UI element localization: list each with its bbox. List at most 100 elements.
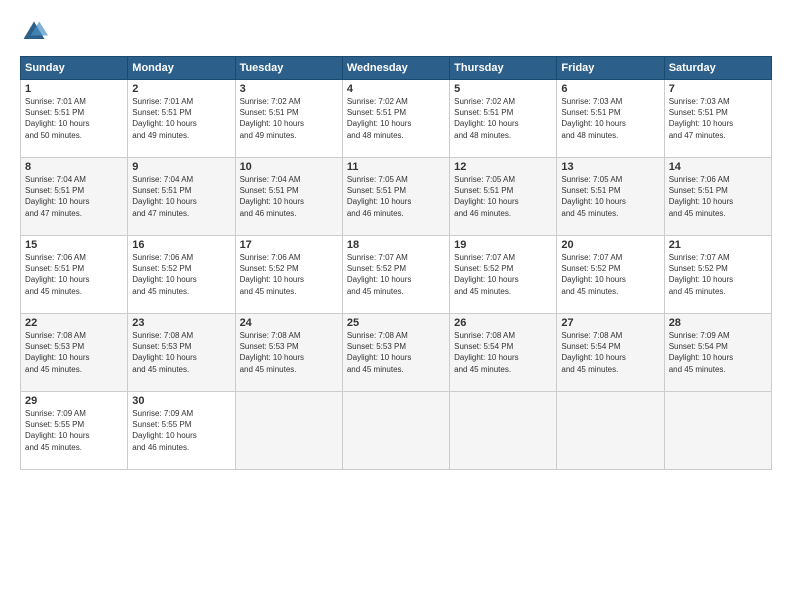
day-info: Sunrise: 7:07 AM Sunset: 5:52 PM Dayligh… — [347, 252, 445, 297]
calendar-day: 18Sunrise: 7:07 AM Sunset: 5:52 PM Dayli… — [342, 236, 449, 314]
calendar-day: 1Sunrise: 7:01 AM Sunset: 5:51 PM Daylig… — [21, 80, 128, 158]
day-number: 19 — [454, 239, 552, 251]
calendar-day: 14Sunrise: 7:06 AM Sunset: 5:51 PM Dayli… — [664, 158, 771, 236]
calendar-day: 22Sunrise: 7:08 AM Sunset: 5:53 PM Dayli… — [21, 314, 128, 392]
day-info: Sunrise: 7:04 AM Sunset: 5:51 PM Dayligh… — [132, 174, 230, 219]
day-info: Sunrise: 7:08 AM Sunset: 5:54 PM Dayligh… — [561, 330, 659, 375]
weekday-header: Monday — [128, 57, 235, 80]
day-info: Sunrise: 7:01 AM Sunset: 5:51 PM Dayligh… — [132, 96, 230, 141]
day-number: 2 — [132, 83, 230, 95]
calendar-day: 2Sunrise: 7:01 AM Sunset: 5:51 PM Daylig… — [128, 80, 235, 158]
day-info: Sunrise: 7:02 AM Sunset: 5:51 PM Dayligh… — [454, 96, 552, 141]
day-number: 15 — [25, 239, 123, 251]
day-info: Sunrise: 7:08 AM Sunset: 5:53 PM Dayligh… — [132, 330, 230, 375]
calendar-week-row: 8Sunrise: 7:04 AM Sunset: 5:51 PM Daylig… — [21, 158, 772, 236]
calendar-day: 23Sunrise: 7:08 AM Sunset: 5:53 PM Dayli… — [128, 314, 235, 392]
day-number: 22 — [25, 317, 123, 329]
logo-icon — [20, 18, 48, 46]
day-number: 13 — [561, 161, 659, 173]
day-info: Sunrise: 7:04 AM Sunset: 5:51 PM Dayligh… — [25, 174, 123, 219]
calendar-empty — [235, 392, 342, 470]
day-number: 7 — [669, 83, 767, 95]
day-number: 3 — [240, 83, 338, 95]
calendar-day: 25Sunrise: 7:08 AM Sunset: 5:53 PM Dayli… — [342, 314, 449, 392]
day-info: Sunrise: 7:04 AM Sunset: 5:51 PM Dayligh… — [240, 174, 338, 219]
day-number: 28 — [669, 317, 767, 329]
day-number: 4 — [347, 83, 445, 95]
day-number: 21 — [669, 239, 767, 251]
weekday-header-row: SundayMondayTuesdayWednesdayThursdayFrid… — [21, 57, 772, 80]
day-number: 24 — [240, 317, 338, 329]
calendar-day: 16Sunrise: 7:06 AM Sunset: 5:52 PM Dayli… — [128, 236, 235, 314]
calendar-week-row: 1Sunrise: 7:01 AM Sunset: 5:51 PM Daylig… — [21, 80, 772, 158]
day-info: Sunrise: 7:05 AM Sunset: 5:51 PM Dayligh… — [347, 174, 445, 219]
calendar-day: 7Sunrise: 7:03 AM Sunset: 5:51 PM Daylig… — [664, 80, 771, 158]
calendar-day: 26Sunrise: 7:08 AM Sunset: 5:54 PM Dayli… — [450, 314, 557, 392]
day-number: 10 — [240, 161, 338, 173]
calendar-day: 28Sunrise: 7:09 AM Sunset: 5:54 PM Dayli… — [664, 314, 771, 392]
day-info: Sunrise: 7:08 AM Sunset: 5:53 PM Dayligh… — [347, 330, 445, 375]
logo — [20, 18, 52, 46]
weekday-header: Thursday — [450, 57, 557, 80]
calendar-week-row: 29Sunrise: 7:09 AM Sunset: 5:55 PM Dayli… — [21, 392, 772, 470]
calendar-day: 29Sunrise: 7:09 AM Sunset: 5:55 PM Dayli… — [21, 392, 128, 470]
calendar-body: 1Sunrise: 7:01 AM Sunset: 5:51 PM Daylig… — [21, 80, 772, 470]
day-info: Sunrise: 7:03 AM Sunset: 5:51 PM Dayligh… — [669, 96, 767, 141]
calendar-empty — [342, 392, 449, 470]
day-number: 20 — [561, 239, 659, 251]
calendar-day: 3Sunrise: 7:02 AM Sunset: 5:51 PM Daylig… — [235, 80, 342, 158]
day-number: 6 — [561, 83, 659, 95]
calendar-day: 5Sunrise: 7:02 AM Sunset: 5:51 PM Daylig… — [450, 80, 557, 158]
day-number: 5 — [454, 83, 552, 95]
day-number: 30 — [132, 395, 230, 407]
day-number: 17 — [240, 239, 338, 251]
calendar-day: 15Sunrise: 7:06 AM Sunset: 5:51 PM Dayli… — [21, 236, 128, 314]
calendar-day: 8Sunrise: 7:04 AM Sunset: 5:51 PM Daylig… — [21, 158, 128, 236]
calendar-day: 13Sunrise: 7:05 AM Sunset: 5:51 PM Dayli… — [557, 158, 664, 236]
day-number: 29 — [25, 395, 123, 407]
day-info: Sunrise: 7:02 AM Sunset: 5:51 PM Dayligh… — [240, 96, 338, 141]
weekday-header: Wednesday — [342, 57, 449, 80]
day-info: Sunrise: 7:01 AM Sunset: 5:51 PM Dayligh… — [25, 96, 123, 141]
calendar-empty — [450, 392, 557, 470]
day-number: 8 — [25, 161, 123, 173]
day-info: Sunrise: 7:06 AM Sunset: 5:52 PM Dayligh… — [240, 252, 338, 297]
day-info: Sunrise: 7:05 AM Sunset: 5:51 PM Dayligh… — [561, 174, 659, 219]
calendar: SundayMondayTuesdayWednesdayThursdayFrid… — [20, 56, 772, 470]
calendar-day: 17Sunrise: 7:06 AM Sunset: 5:52 PM Dayli… — [235, 236, 342, 314]
day-number: 9 — [132, 161, 230, 173]
day-info: Sunrise: 7:09 AM Sunset: 5:54 PM Dayligh… — [669, 330, 767, 375]
calendar-day: 24Sunrise: 7:08 AM Sunset: 5:53 PM Dayli… — [235, 314, 342, 392]
day-info: Sunrise: 7:07 AM Sunset: 5:52 PM Dayligh… — [669, 252, 767, 297]
day-number: 11 — [347, 161, 445, 173]
weekday-header: Saturday — [664, 57, 771, 80]
weekday-header: Sunday — [21, 57, 128, 80]
day-info: Sunrise: 7:05 AM Sunset: 5:51 PM Dayligh… — [454, 174, 552, 219]
header — [20, 18, 772, 46]
day-info: Sunrise: 7:06 AM Sunset: 5:52 PM Dayligh… — [132, 252, 230, 297]
day-info: Sunrise: 7:02 AM Sunset: 5:51 PM Dayligh… — [347, 96, 445, 141]
calendar-day: 21Sunrise: 7:07 AM Sunset: 5:52 PM Dayli… — [664, 236, 771, 314]
calendar-day: 9Sunrise: 7:04 AM Sunset: 5:51 PM Daylig… — [128, 158, 235, 236]
calendar-day: 4Sunrise: 7:02 AM Sunset: 5:51 PM Daylig… — [342, 80, 449, 158]
day-number: 25 — [347, 317, 445, 329]
calendar-week-row: 22 Sunrise: 7:08 AM Sunset: 5:53 PM Dayli… — [21, 314, 772, 392]
weekday-header: Friday — [557, 57, 664, 80]
calendar-week-row: 15Sunrise: 7:06 AM Sunset: 5:51 PM Dayli… — [21, 236, 772, 314]
day-number: 12 — [454, 161, 552, 173]
calendar-day: 19Sunrise: 7:07 AM Sunset: 5:52 PM Dayli… — [450, 236, 557, 314]
calendar-day: 12Sunrise: 7:05 AM Sunset: 5:51 PM Dayli… — [450, 158, 557, 236]
day-info: Sunrise: 7:09 AM Sunset: 5:55 PM Dayligh… — [25, 408, 123, 453]
day-number: 23 — [132, 317, 230, 329]
page: SundayMondayTuesdayWednesdayThursdayFrid… — [0, 0, 792, 612]
day-info: Sunrise: 7:07 AM Sunset: 5:52 PM Dayligh… — [561, 252, 659, 297]
day-number: 1 — [25, 83, 123, 95]
calendar-day: 11Sunrise: 7:05 AM Sunset: 5:51 PM Dayli… — [342, 158, 449, 236]
calendar-empty — [557, 392, 664, 470]
day-number: 16 — [132, 239, 230, 251]
calendar-empty — [664, 392, 771, 470]
calendar-day: 27Sunrise: 7:08 AM Sunset: 5:54 PM Dayli… — [557, 314, 664, 392]
day-number: 26 — [454, 317, 552, 329]
day-info: Sunrise: 7:09 AM Sunset: 5:55 PM Dayligh… — [132, 408, 230, 453]
day-number: 18 — [347, 239, 445, 251]
